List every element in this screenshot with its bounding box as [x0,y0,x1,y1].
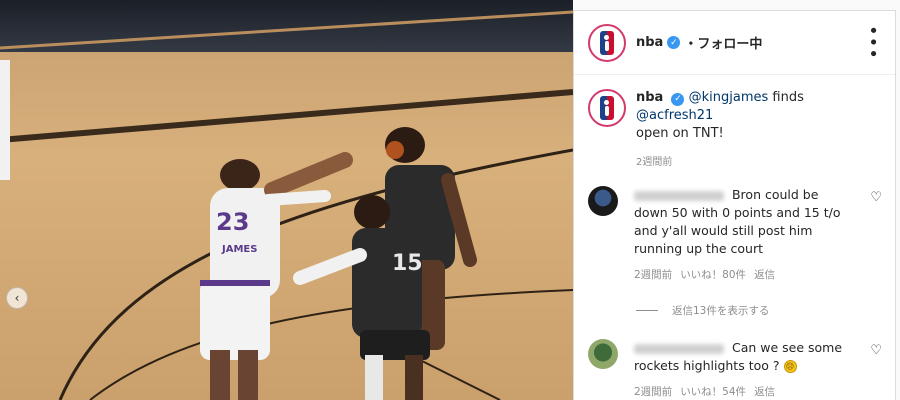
view-replies-label[interactable]: 返信13件を表示する [672,303,769,318]
avatar[interactable] [588,23,626,62]
username-link[interactable]: nba [636,35,663,50]
avatar[interactable] [588,89,626,127]
reply-button[interactable]: 返信 [754,266,775,284]
heart-icon[interactable]: ♡ [870,343,882,358]
post-caption: nba ✓ @kingjames finds @acfresh21 open o… [574,75,895,143]
comment-time[interactable]: 2週間前 [634,266,672,284]
mention-link[interactable]: @acfresh21 [636,108,713,123]
replies-divider [636,310,658,311]
heart-icon[interactable]: ♡ [870,190,882,205]
follow-status[interactable]: ・フォロー中 [684,33,762,52]
comment-item: Bron could be down 50 with 0 points and … [588,186,884,284]
basketball-court-scene: 23 JAMES 15 [0,10,573,400]
svg-text:23: 23 [216,208,249,236]
caption-timestamp[interactable]: 2週間前 [636,153,895,168]
comment-meta: 2週間前 いいね！54件 返信 [634,383,854,400]
carousel-prev-icon[interactable]: ‹ [6,287,28,309]
verified-icon: ✓ [671,92,685,106]
comment-likes[interactable]: いいね！80件 [680,266,746,284]
comment-item: Can we see some rockets highlights too ?… [588,339,884,400]
verified-icon: ✓ [667,36,681,49]
nba-logo-icon [600,30,614,55]
caption-end-text: open on TNT! [636,126,724,141]
comment-username-blurred[interactable] [634,190,724,201]
comment-username-blurred[interactable] [634,343,724,354]
caption-mid-text: finds [768,90,804,105]
comment-time[interactable]: 2週間前 [634,383,672,400]
mention-link[interactable]: @kingjames [689,90,769,105]
nba-logo-icon [600,96,614,120]
post-media[interactable]: 23 JAMES 15 ‹ [0,0,573,400]
post-sidebar: nba ✓ ・フォロー中 ••• nba ✓ @kingjames finds … [573,10,896,400]
caption-username[interactable]: nba [636,90,663,105]
comment-meta: 2週間前 いいね！80件 返信 [634,266,854,284]
comment-likes[interactable]: いいね！54件 [680,383,746,400]
more-icon[interactable]: ••• [862,25,883,60]
caption-text: nba ✓ @kingjames finds @acfresh21 open o… [636,89,876,143]
svg-text:JAMES: JAMES [221,244,257,255]
post-header: nba ✓ ・フォロー中 ••• [574,11,895,75]
avatar[interactable] [588,186,618,216]
emoji-icon: ☹ [783,360,797,373]
view-replies-button[interactable]: 返信13件を表示する [636,303,769,318]
svg-text:15: 15 [392,251,423,276]
avatar[interactable] [588,339,618,369]
reply-button[interactable]: 返信 [754,383,775,400]
